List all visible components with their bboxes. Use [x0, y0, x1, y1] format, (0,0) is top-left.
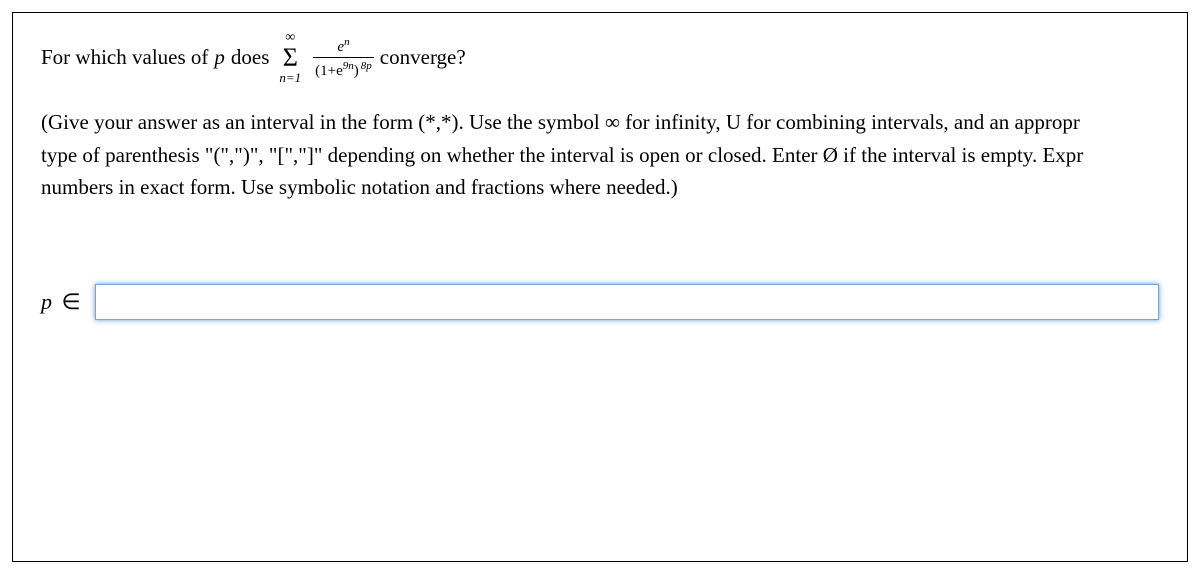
fraction: en (1+e9n)8p: [313, 37, 374, 79]
answer-label: p ∈: [41, 289, 81, 315]
instr-line2: type of parenthesis "(",")", "[","]" dep…: [41, 143, 1083, 167]
element-of-icon: ∈: [62, 289, 81, 314]
den-outer-exp: 8p: [361, 60, 372, 72]
den-inner-exp: 9n: [343, 60, 354, 72]
instr-part1a: (Give your answer as an interval in the …: [41, 110, 605, 134]
fraction-denominator: (1+e9n)8p: [313, 58, 374, 79]
answer-row: p ∈: [41, 284, 1159, 320]
question-does: does: [231, 45, 270, 70]
instr-line3: numbers in exact form. Use symbolic nota…: [41, 175, 678, 199]
infinity-symbol: ∞: [605, 110, 620, 134]
den-close: ): [354, 63, 359, 79]
den-open: (1+e: [315, 63, 343, 79]
summation-symbol: ∞ Σ n=1: [279, 31, 301, 84]
answer-input[interactable]: [95, 284, 1159, 320]
numerator-exponent: n: [344, 36, 350, 48]
variable-p: p: [214, 45, 225, 70]
instructions-block: (Give your answer as an interval in the …: [41, 106, 1159, 204]
question-prefix: For which values of: [41, 45, 208, 70]
problem-container: For which values of p does ∞ Σ n=1 en (1…: [12, 12, 1188, 562]
question-line: For which values of p does ∞ Σ n=1 en (1…: [41, 31, 1159, 84]
instr-part1b: for infinity, U for combining intervals,…: [620, 110, 1080, 134]
answer-var: p: [41, 289, 52, 314]
fraction-numerator: en: [335, 37, 351, 57]
sigma-lower-limit: n=1: [279, 71, 301, 84]
question-suffix: converge?: [380, 45, 466, 70]
sigma-icon: Σ: [283, 45, 298, 71]
